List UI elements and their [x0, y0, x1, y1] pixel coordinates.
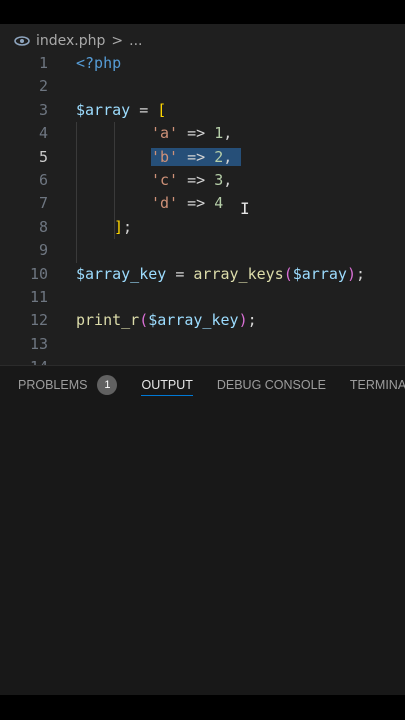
top-letterbox	[0, 0, 405, 24]
code-token: ,	[223, 147, 233, 166]
code-token: $array	[76, 100, 131, 119]
code-token: ,	[223, 124, 233, 143]
editor[interactable]: index.php > ... 1 <?php 2 3 $array = [4'a' =…	[0, 24, 405, 365]
tab-problems[interactable]: PROBLEMS 1	[18, 366, 118, 404]
code-line[interactable]: 13	[0, 333, 405, 356]
code-line[interactable]: 5 'b' => 2,	[0, 146, 405, 169]
code-token: $array_key	[148, 311, 239, 330]
code-token: 2	[214, 147, 224, 166]
bottom-letterbox	[0, 695, 405, 720]
code-token: <?php	[76, 54, 122, 72]
code-token: =>	[178, 170, 215, 189]
indent-guide	[114, 122, 115, 240]
code-token: ;	[355, 264, 365, 283]
code-token: =>	[178, 194, 215, 213]
code-text: ];	[114, 216, 132, 239]
code-line[interactable]: 14	[0, 356, 405, 365]
indent-guide	[76, 122, 77, 263]
tab-label: TERMINAL	[349, 378, 405, 392]
code-line[interactable]: 12 print_r($array_key);	[0, 309, 405, 332]
eye-icon	[14, 36, 30, 46]
code-token: ;	[247, 311, 257, 330]
code-token: $array	[292, 264, 347, 283]
tab-debug-console[interactable]: DEBUG CONSOLE	[217, 366, 326, 404]
code-token: print_r	[76, 311, 140, 330]
line-number: 1	[38, 54, 48, 72]
code-token: ]	[114, 217, 124, 236]
code-token: )	[238, 311, 248, 330]
breadcrumb-file[interactable]: index.php	[36, 33, 105, 49]
code-token: (	[139, 311, 149, 330]
code-token: 'c'	[151, 170, 179, 189]
code-editor[interactable]: 1 <?php 2 3 $array = [4'a' => 1, 5'b' => 2, 6…	[0, 52, 405, 365]
code-text: 'b' => 2,	[151, 146, 242, 169]
text-cursor-icon: I	[240, 199, 250, 218]
line-number: 10	[29, 264, 48, 283]
line-number: 7	[38, 194, 48, 213]
code-text: $array = [	[76, 99, 166, 122]
tab-label: OUTPUT	[141, 378, 193, 392]
line-number: 5	[38, 147, 48, 166]
code-token: $array_key	[76, 264, 167, 283]
tab-label: DEBUG CONSOLE	[216, 378, 326, 392]
line-number: 14	[0, 356, 48, 365]
code-line[interactable]: 7 'd' => 4	[0, 192, 405, 215]
code-token: 4	[214, 194, 224, 213]
breadcrumb-more[interactable]: ...	[129, 33, 142, 49]
code-token: =>	[178, 124, 215, 143]
code-token: array_keys	[193, 264, 284, 283]
line-number: 12	[29, 311, 48, 330]
line-number: 4	[38, 124, 48, 143]
code-token: [	[157, 100, 167, 119]
panel-tabs: PROBLEMS1 OUTPUT DEBUG CONSOLE TERMINAL …	[0, 366, 405, 404]
code-line[interactable]: 2	[0, 75, 405, 98]
code-token: )	[346, 264, 356, 283]
code-text: 'd' => 4	[151, 192, 223, 215]
code-token: (	[283, 264, 293, 283]
code-token: 'a'	[151, 124, 179, 143]
code-line[interactable]: 10 $array_key = array_keys($array);	[0, 263, 405, 286]
code-text: print_r($array_key);	[76, 309, 257, 332]
code-line[interactable]: 3 $array = [	[0, 99, 405, 122]
code-line[interactable]: 11	[0, 286, 405, 309]
code-text: <?php	[76, 52, 121, 75]
tab-output[interactable]: OUTPUT	[141, 366, 194, 404]
bottom-panel: PROBLEMS1 OUTPUT DEBUG CONSOLE TERMINAL …	[0, 365, 405, 696]
code-line[interactable]: 1 <?php	[0, 52, 405, 75]
code-line[interactable]: 9	[0, 239, 405, 262]
line-number: 6	[38, 170, 48, 189]
code-token: ,	[223, 170, 233, 189]
code-token: 1	[214, 124, 224, 143]
code-token: 'd'	[151, 194, 179, 213]
selection-highlight: 'b' => 2,	[151, 147, 242, 166]
line-number: 8	[38, 217, 48, 236]
code-token: =>	[178, 147, 215, 166]
line-number: 2	[38, 77, 48, 96]
tab-label: PROBLEMS	[18, 378, 88, 392]
code-line[interactable]: 8];	[0, 216, 405, 239]
code-line[interactable]: 6 'c' => 3,	[0, 169, 405, 192]
code-token: 3	[214, 170, 224, 189]
line-number: 13	[29, 334, 48, 353]
code-text: 'c' => 3,	[151, 169, 232, 192]
code-text: $array_key = array_keys($array);	[76, 263, 365, 286]
line-number: 3	[38, 100, 48, 119]
problems-count-badge: 1	[97, 374, 118, 395]
code-token: =	[166, 264, 194, 283]
line-number: 11	[29, 287, 48, 306]
code-token: 'b'	[151, 147, 179, 166]
line-number: 9	[38, 241, 48, 260]
tab-terminal[interactable]: TERMINAL	[350, 366, 405, 404]
breadcrumb[interactable]: index.php > ...	[14, 32, 143, 50]
code-text: 'a' => 1,	[151, 122, 232, 145]
code-token: =	[130, 100, 158, 119]
code-line[interactable]: 4 'a' => 1,	[0, 122, 405, 145]
code-token: ;	[123, 217, 133, 236]
chevron-right-icon: >	[111, 33, 124, 49]
